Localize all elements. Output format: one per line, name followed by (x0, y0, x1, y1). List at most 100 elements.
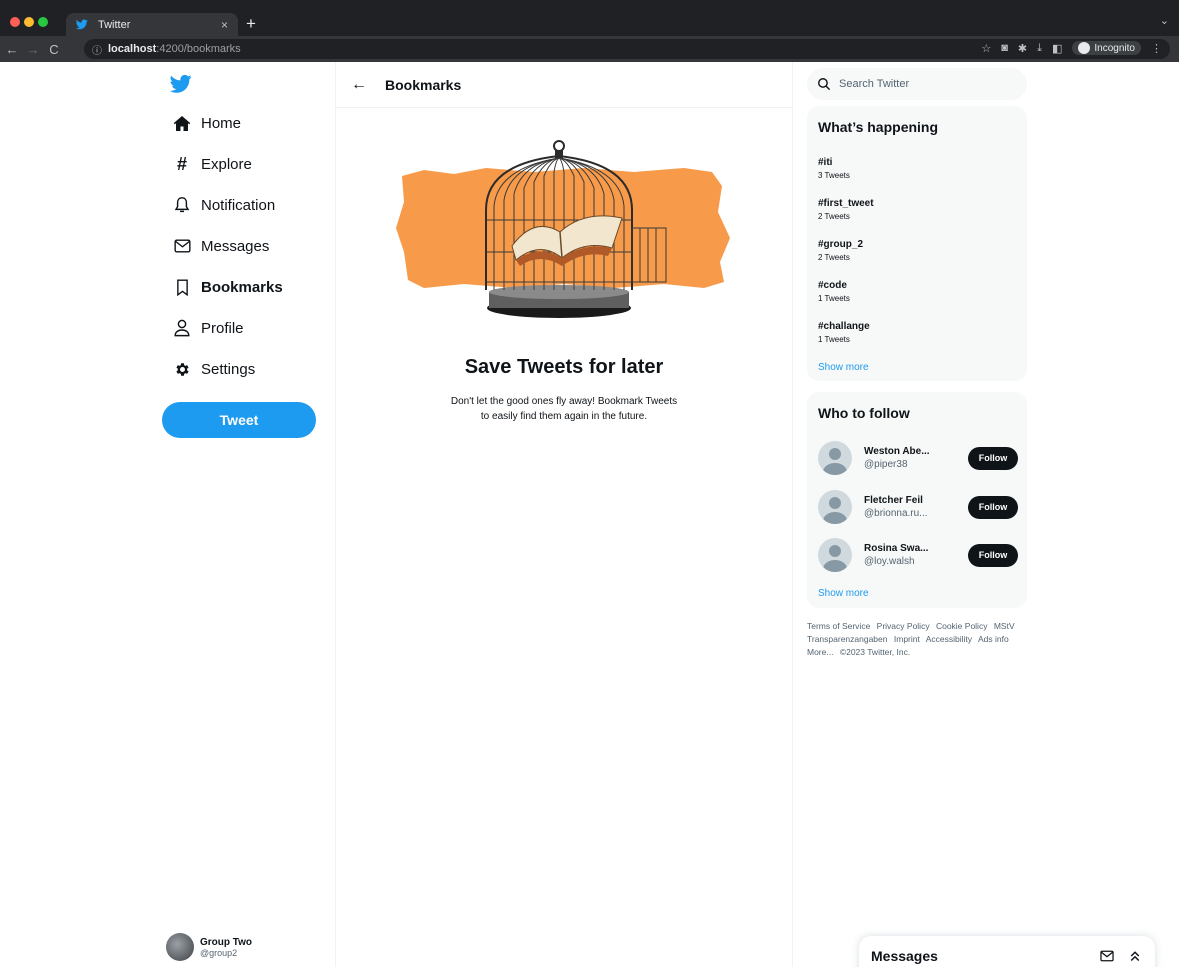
follow-button[interactable]: Follow (968, 495, 1018, 519)
footer-link[interactable]: Imprint (894, 634, 920, 644)
trend-count: 2 Tweets (818, 253, 850, 262)
sidebar-item-profile[interactable]: Profile (172, 315, 244, 341)
search-icon (818, 78, 831, 91)
reload-icon[interactable]: C (45, 42, 63, 57)
account-name: Group Two (200, 936, 253, 948)
whats-happening-card: What’s happening #iti 3 Tweets #first_tw… (807, 106, 1027, 381)
trend-item[interactable]: #first_tweet 2 Tweets (818, 198, 874, 221)
kebab-menu-icon[interactable]: ⋮ (1151, 42, 1162, 55)
messages-drawer-title: Messages (871, 948, 938, 964)
back-arrow-icon[interactable]: ← (349, 75, 369, 95)
footer-links: Terms of Service Privacy Policy Cookie P… (807, 620, 1031, 659)
copyright-text: ©2023 Twitter, Inc. (839, 647, 911, 657)
new-message-icon[interactable] (1099, 948, 1115, 964)
follow-button[interactable]: Follow (968, 543, 1018, 567)
back-icon[interactable]: ← (3, 42, 21, 57)
follow-button[interactable]: Follow (968, 446, 1018, 470)
maximize-window-button[interactable] (38, 17, 48, 27)
minimize-window-button[interactable] (24, 17, 34, 27)
user-name: Weston Abe... (864, 446, 930, 457)
user-handle: @brionna.ru... (864, 508, 928, 519)
star-icon[interactable]: ☆ (981, 42, 991, 55)
trend-item[interactable]: #iti 3 Tweets (818, 157, 850, 180)
show-more-follow-link[interactable]: Show more (818, 588, 869, 599)
sidebar-item-settings[interactable]: Settings (172, 356, 255, 382)
double-chevron-up-icon[interactable] (1127, 948, 1143, 964)
column-divider (335, 62, 336, 967)
download-icon[interactable]: ⤓ (1037, 42, 1042, 55)
browser-toolbar: ← → C ⓘ localhost :4200/bookmarks ☆ ◙ ✱ … (0, 36, 1179, 62)
new-tab-button[interactable]: + (246, 14, 256, 34)
gear-icon (172, 359, 192, 379)
search-input[interactable] (839, 78, 1009, 90)
incognito-label: Incognito (1094, 42, 1135, 54)
trend-count: 2 Tweets (818, 212, 850, 221)
trend-count: 1 Tweets (818, 294, 850, 303)
sidebar-item-explore[interactable]: # Explore (172, 151, 252, 177)
empty-state-title: Save Tweets for later (464, 356, 664, 378)
footer-link[interactable]: Privacy Policy (877, 621, 930, 631)
close-tab-icon[interactable]: × (221, 18, 228, 32)
footer-link[interactable]: Accessibility (926, 634, 972, 644)
sidebar-item-messages[interactable]: Messages (172, 233, 269, 259)
side-panel-icon[interactable]: ◧ (1052, 42, 1062, 55)
sidebar-item-label: Home (201, 114, 242, 132)
sidebar-item-notification[interactable]: Notification (172, 192, 275, 218)
messages-drawer[interactable]: Messages (859, 936, 1155, 967)
browser-tab[interactable]: Twitter × (66, 13, 238, 36)
sidebar-item-label: Bookmarks (201, 278, 283, 296)
trend-tag: #code (818, 280, 847, 291)
footer-link[interactable]: More... (807, 647, 833, 657)
user-name: Rosina Swa... (864, 543, 929, 554)
bell-icon (172, 195, 192, 215)
envelope-icon (172, 236, 192, 256)
footer-link[interactable]: Ads info (978, 634, 1009, 644)
trend-item[interactable]: #challange 1 Tweets (818, 321, 870, 344)
sidebar-item-label: Messages (201, 237, 270, 255)
follow-suggestion[interactable]: Fletcher Feil @brionna.ru... Follow (818, 489, 1018, 525)
sidebar-item-label: Settings (201, 360, 256, 378)
search-box[interactable] (807, 68, 1027, 100)
incognito-badge[interactable]: Incognito (1072, 41, 1141, 55)
tweet-button[interactable]: Tweet (162, 402, 316, 438)
bookmark-icon (172, 277, 192, 297)
trend-count: 1 Tweets (818, 335, 850, 344)
trend-tag: #first_tweet (818, 198, 874, 209)
avatar (818, 538, 852, 572)
follow-suggestion[interactable]: Weston Abe... @piper38 Follow (818, 440, 1018, 476)
forward-icon[interactable]: → (24, 42, 42, 57)
empty-state-description: Don't let the good ones fly away! Bookma… (450, 396, 678, 422)
address-bar[interactable]: ⓘ localhost :4200/bookmarks ☆ ◙ ✱ ⤓ ◧ In… (84, 39, 1170, 59)
toolbar-actions: ☆ ◙ ✱ ⤓ ◧ Incognito ⋮ (981, 41, 1162, 55)
sidebar-item-label: Profile (201, 319, 244, 337)
tab-strip: Twitter × + ⌄ (0, 0, 1179, 36)
footer-link[interactable]: Terms of Service (807, 621, 870, 631)
camera-icon[interactable]: ◙ (1001, 42, 1008, 54)
account-switcher[interactable]: Group Two @group2 (166, 933, 252, 961)
twitter-page: Home # Explore Notification Messages Boo… (0, 62, 1179, 967)
close-window-button[interactable] (10, 17, 20, 27)
sidebar-item-bookmarks[interactable]: Bookmarks (172, 274, 283, 300)
show-more-trends-link[interactable]: Show more (818, 362, 869, 373)
sidebar-item-home[interactable]: Home (172, 110, 241, 136)
trend-tag: #iti (818, 157, 833, 168)
page-title: Bookmarks (385, 76, 462, 93)
info-icon[interactable]: ⓘ (92, 42, 102, 57)
user-name: Fletcher Feil (864, 495, 923, 506)
account-handle: @group2 (200, 947, 238, 958)
browser-chrome: Twitter × + ⌄ ← → C ⓘ localhost :4200/bo… (0, 0, 1179, 62)
sidebar-item-label: Explore (201, 155, 252, 173)
column-divider (792, 62, 793, 967)
extensions-icon[interactable]: ✱ (1018, 42, 1027, 55)
twitter-logo-icon[interactable] (170, 74, 192, 94)
incognito-icon (1078, 42, 1091, 54)
avatar (818, 441, 852, 475)
trend-count: 3 Tweets (818, 171, 850, 180)
trend-item[interactable]: #group_2 2 Tweets (818, 239, 863, 262)
chevron-down-icon[interactable]: ⌄ (1160, 14, 1169, 27)
home-icon (172, 113, 192, 133)
follow-suggestion[interactable]: Rosina Swa... @loy.walsh Follow (818, 537, 1018, 573)
trend-item[interactable]: #code 1 Tweets (818, 280, 850, 303)
card-title: What’s happening (818, 119, 939, 135)
footer-link[interactable]: Cookie Policy (936, 621, 988, 631)
